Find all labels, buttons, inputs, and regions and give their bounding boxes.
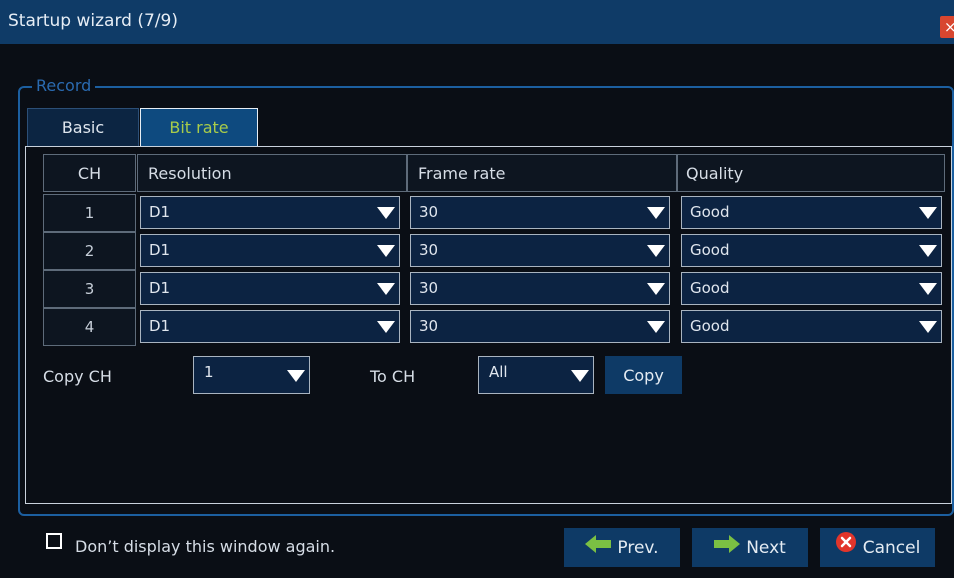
window-title: Startup wizard (7/9) <box>8 11 178 31</box>
frame-rate-dropdown[interactable]: 30 <box>410 234 670 267</box>
resolution-dropdown[interactable]: D1 <box>140 310 400 343</box>
resolution-value: D1 <box>149 317 171 335</box>
frame-rate-value: 30 <box>419 317 439 335</box>
header-ch: CH <box>43 154 136 192</box>
frame-rate-dropdown[interactable]: 30 <box>410 196 670 229</box>
frame-rate-value: 30 <box>419 279 439 297</box>
triangle-down-icon <box>919 245 937 257</box>
quality-value: Good <box>690 241 730 259</box>
quality-value: Good <box>690 203 730 221</box>
channel-number: 3 <box>43 270 136 308</box>
resolution-value: D1 <box>149 203 171 221</box>
close-icon: × <box>944 18 954 36</box>
dont-display-label: Don’t display this window again. <box>75 537 336 556</box>
prev-button[interactable]: Prev. <box>564 528 680 567</box>
triangle-down-icon <box>647 207 665 219</box>
record-group-legend: Record <box>32 76 96 95</box>
next-label: Next <box>746 538 786 558</box>
cancel-x-icon <box>835 528 857 568</box>
table-row: 1 D1 30 Good <box>43 194 945 232</box>
copy-ch-label: Copy CH <box>43 367 112 386</box>
prev-label: Prev. <box>617 538 659 558</box>
table-row: 4 D1 30 Good <box>43 308 945 346</box>
copy-to-value: All <box>489 363 508 381</box>
copy-from-value: 1 <box>204 363 214 381</box>
quality-dropdown[interactable]: Good <box>681 310 942 343</box>
channel-number: 1 <box>43 194 136 232</box>
channel-number: 4 <box>43 308 136 346</box>
triangle-down-icon <box>377 283 395 295</box>
triangle-down-icon <box>377 321 395 333</box>
triangle-down-icon <box>287 370 305 382</box>
title-bar: Startup wizard (7/9) × <box>0 0 954 44</box>
resolution-value: D1 <box>149 241 171 259</box>
quality-dropdown[interactable]: Good <box>681 234 942 267</box>
channel-number: 2 <box>43 232 136 270</box>
cancel-label: Cancel <box>862 538 921 558</box>
resolution-value: D1 <box>149 279 171 297</box>
resolution-dropdown[interactable]: D1 <box>140 272 400 305</box>
triangle-down-icon <box>919 321 937 333</box>
triangle-down-icon <box>377 207 395 219</box>
table-row: 2 D1 30 Good <box>43 232 945 270</box>
triangle-down-icon <box>647 245 665 257</box>
quality-dropdown[interactable]: Good <box>681 196 942 229</box>
close-button[interactable]: × <box>940 16 954 38</box>
triangle-down-icon <box>919 283 937 295</box>
frame-rate-dropdown[interactable]: 30 <box>410 310 670 343</box>
header-quality: Quality <box>677 154 945 192</box>
triangle-down-icon <box>919 207 937 219</box>
quality-value: Good <box>690 279 730 297</box>
header-frame-rate: Frame rate <box>407 154 677 192</box>
tab-basic[interactable]: Basic <box>27 108 139 146</box>
dont-display-checkbox[interactable] <box>46 533 62 549</box>
quality-dropdown[interactable]: Good <box>681 272 942 305</box>
arrow-left-icon <box>585 528 612 568</box>
copy-from-dropdown[interactable]: 1 <box>193 356 310 394</box>
triangle-down-icon <box>647 283 665 295</box>
triangle-down-icon <box>571 370 589 382</box>
resolution-dropdown[interactable]: D1 <box>140 234 400 267</box>
table-row: 3 D1 30 Good <box>43 270 945 308</box>
frame-rate-value: 30 <box>419 241 439 259</box>
header-resolution: Resolution <box>137 154 407 192</box>
tab-bit-rate[interactable]: Bit rate <box>140 108 258 146</box>
next-button[interactable]: Next <box>692 528 808 567</box>
triangle-down-icon <box>647 321 665 333</box>
copy-button[interactable]: Copy <box>605 356 682 394</box>
to-ch-label: To CH <box>370 367 416 386</box>
quality-value: Good <box>690 317 730 335</box>
cancel-button[interactable]: Cancel <box>820 528 935 567</box>
resolution-dropdown[interactable]: D1 <box>140 196 400 229</box>
copy-to-dropdown[interactable]: All <box>478 356 594 394</box>
frame-rate-value: 30 <box>419 203 439 221</box>
triangle-down-icon <box>377 245 395 257</box>
arrow-right-icon <box>714 528 741 568</box>
frame-rate-dropdown[interactable]: 30 <box>410 272 670 305</box>
